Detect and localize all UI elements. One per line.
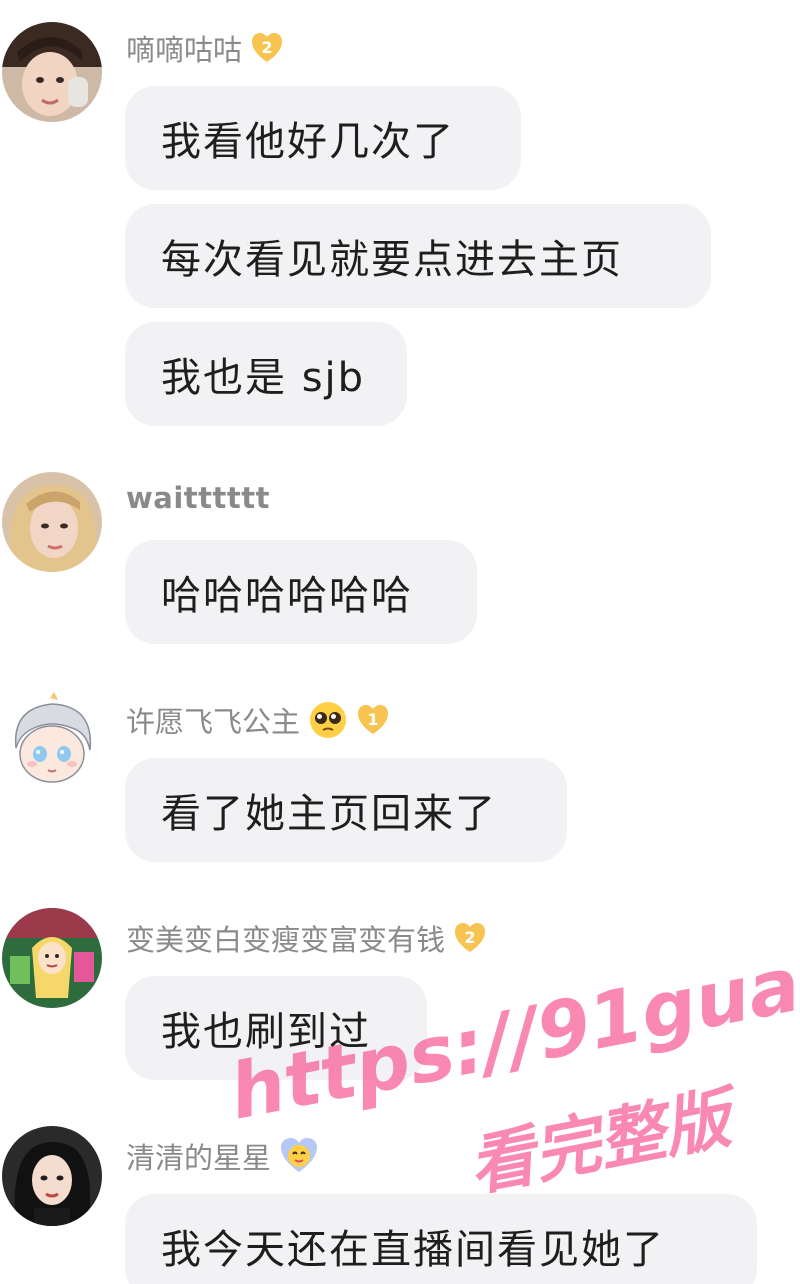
message-bubble[interactable]: 我也是 sjb — [125, 322, 407, 426]
message-header: 清清的星星 — [126, 1106, 319, 1206]
message-header: 嘀嘀咕咕 2 — [126, 0, 284, 98]
anime-avatar-icon[interactable] — [2, 690, 102, 790]
message-text: 我也刷到过 — [161, 1009, 371, 1055]
cartoon-avatar-icon[interactable] — [2, 908, 102, 1008]
message-text: 哈哈哈哈哈哈 — [161, 573, 413, 619]
message-text: 每次看见就要点进去主页 — [161, 237, 623, 283]
message-header: 许愿飞飞公主 1 — [126, 670, 390, 770]
svg-text:1: 1 — [367, 710, 378, 729]
chat-thread: 嘀嘀咕咕 2 我看他好几次了 每次看见就要点进去主页 我也是 sjb waitt… — [0, 0, 800, 1284]
message-bubble[interactable]: 我看他好几次了 — [125, 86, 521, 190]
pleading-face-emoji-icon — [308, 700, 348, 740]
message-bubble[interactable]: 每次看见就要点进去主页 — [125, 204, 711, 308]
user-avatar-icon[interactable] — [2, 472, 102, 572]
username[interactable]: 变美变白变瘦变富变有钱 — [126, 917, 445, 959]
message-group: 清清的星星 我今天还在直播间看见她了 — [0, 1126, 800, 1284]
username[interactable]: 许愿飞飞公主 — [126, 699, 300, 741]
message-group: 变美变白变瘦变富变有钱 2 我也刷到过 — [0, 908, 800, 1088]
message-text: 我今天还在直播间看见她了 — [161, 1227, 665, 1273]
message-header: waitttttt — [126, 448, 270, 548]
svg-text:2: 2 — [464, 928, 475, 947]
message-text: 我看他好几次了 — [161, 119, 455, 165]
user-avatar-icon[interactable] — [2, 1126, 102, 1226]
level-badge-icon: 1 — [356, 703, 390, 737]
message-bubble[interactable]: 我今天还在直播间看见她了 — [125, 1194, 757, 1284]
user-avatar-icon[interactable] — [2, 22, 102, 122]
level-badge-icon: 2 — [250, 31, 284, 65]
message-group: 许愿飞飞公主 1 看了她主页回来了 — [0, 690, 800, 870]
level-badge-icon: 2 — [453, 921, 487, 955]
username[interactable]: 清清的星星 — [126, 1135, 271, 1177]
message-header: 变美变白变瘦变富变有钱 2 — [126, 888, 487, 988]
svg-text:2: 2 — [261, 38, 272, 57]
message-bubble[interactable]: 看了她主页回来了 — [125, 758, 567, 862]
message-group: 嘀嘀咕咕 2 我看他好几次了 每次看见就要点进去主页 我也是 sjb — [0, 22, 800, 432]
message-group: waitttttt 哈哈哈哈哈哈 — [0, 472, 800, 652]
message-bubble[interactable]: 哈哈哈哈哈哈 — [125, 540, 477, 644]
heart-face-emoji-icon — [279, 1136, 319, 1176]
username[interactable]: waitttttt — [126, 481, 270, 515]
message-text: 我也是 sjb — [161, 355, 366, 401]
username[interactable]: 嘀嘀咕咕 — [126, 27, 242, 69]
message-bubble[interactable]: 我也刷到过 — [125, 976, 427, 1080]
message-text: 看了她主页回来了 — [161, 791, 497, 837]
